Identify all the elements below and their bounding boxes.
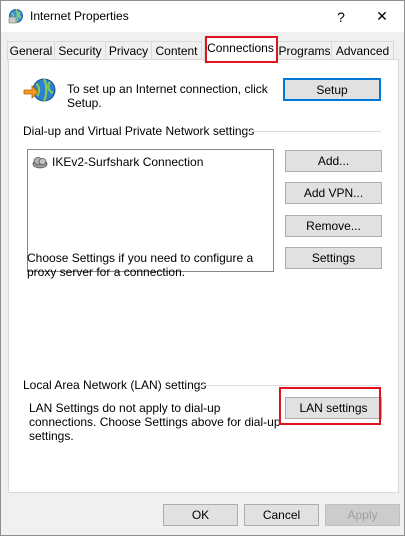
remove-button[interactable]: Remove... [285,215,382,237]
help-button[interactable]: ? [319,1,363,32]
vpn-connection-name: IKEv2-Surfshark Connection [52,155,204,169]
add-button[interactable]: Add... [285,150,382,172]
add-vpn-button[interactable]: Add VPN... [285,182,382,204]
settings-button[interactable]: Settings [285,247,382,269]
lan-group-divider [199,385,381,386]
internet-connection-wizard-icon [23,78,56,102]
ok-button[interactable]: OK [163,504,238,526]
title-bar: Internet Properties ? ✕ [1,1,404,32]
tab-programs[interactable]: Programs [277,41,332,61]
tab-general[interactable]: General [7,41,55,61]
setup-description: To set up an Internet connection, click … [67,82,268,110]
lan-group-label: Local Area Network (LAN) settings [23,378,207,392]
network-connection-icon [32,157,48,169]
setup-button[interactable]: Setup [283,78,381,101]
window-title: Internet Properties [30,9,129,23]
tab-advanced[interactable]: Advanced [331,41,394,61]
tab-security[interactable]: Security [54,41,106,61]
vpn-group-divider [244,131,381,132]
tab-privacy[interactable]: Privacy [105,41,152,61]
vpn-group-label: Dial-up and Virtual Private Network sett… [23,124,255,138]
internet-properties-window: Internet Properties ? ✕ General Security… [0,0,405,536]
close-button[interactable]: ✕ [360,1,404,32]
list-item[interactable]: IKEv2-Surfshark Connection [32,154,203,170]
tab-strip: General Security Privacy Content Connect… [1,32,404,62]
proxy-settings-text: Choose Settings if you need to configure… [27,251,254,279]
cancel-button[interactable]: Cancel [244,504,319,526]
internet-globe-icon [8,9,23,24]
connections-panel: To set up an Internet connection, click … [8,59,399,493]
tab-content[interactable]: Content [151,41,202,61]
lan-settings-button[interactable]: LAN settings [285,397,382,419]
apply-button[interactable]: Apply [325,504,400,526]
tab-connections[interactable]: Connections [204,37,277,62]
lan-description: LAN Settings do not apply to dial-up con… [29,401,281,443]
